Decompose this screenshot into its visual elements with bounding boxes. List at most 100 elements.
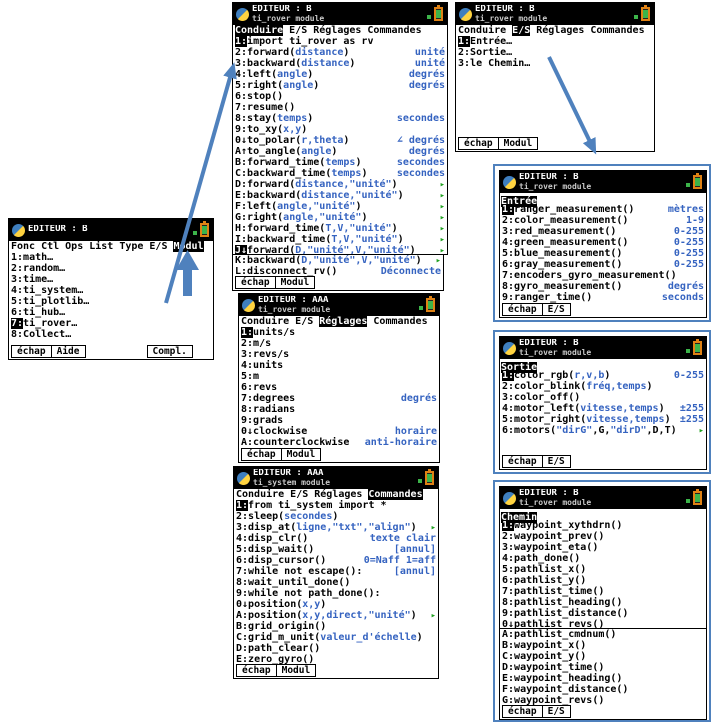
menu-item[interactable]: 4: path_done()	[500, 553, 706, 564]
menu-item[interactable]: A: counterclockwise anti-horaire	[239, 437, 439, 448]
menu-item[interactable]: 4: motor_left(vitesse,temps) ±255	[500, 403, 706, 414]
softkey-e-s[interactable]: E/S	[541, 303, 571, 316]
menu-item[interactable]: 1: ranger_measurement() mètres	[500, 204, 706, 215]
softkey-e-s[interactable]: E/S	[541, 455, 571, 468]
tab-ops[interactable]: Ops	[65, 241, 83, 252]
softkey-echap[interactable]: échap	[11, 345, 52, 358]
softkey-modul[interactable]: Modul	[497, 137, 539, 150]
softkey-echap[interactable]: échap	[458, 137, 499, 150]
tab-e-s[interactable]: E/S	[290, 489, 308, 500]
menu-item[interactable]: 8: Collect…	[9, 329, 213, 340]
tab-fonc[interactable]: Fonc	[11, 241, 35, 252]
menu-item[interactable]: F: waypoint_distance()	[500, 684, 706, 695]
menu-item[interactable]: A: pathlist_cmdnum()	[500, 629, 706, 640]
menu-item[interactable]: 2: m/s	[239, 338, 439, 349]
menu-item[interactable]: H: forward_time(T,V,"unité") ▸	[233, 223, 447, 234]
menu-item[interactable]: 9: pathlist_distance()	[500, 608, 706, 619]
tab-reglages[interactable]: Réglages	[313, 25, 361, 36]
menu-item[interactable]: 3: le Chemin…	[456, 58, 654, 69]
softkey-echap[interactable]: échap	[502, 455, 543, 468]
menu-item[interactable]: 6: disp_cursor() 0=Naff 1=aff	[234, 555, 438, 566]
menu-item[interactable]: 2: forward(distance) unité	[233, 47, 447, 58]
menu-item[interactable]: 2: random…	[9, 263, 213, 274]
menu-item[interactable]: 4: green_measurement() 0-255	[500, 237, 706, 248]
tab-ctl[interactable]: Ctl	[41, 241, 59, 252]
menu-item[interactable]: A↑ to_angle(angle) degrés	[233, 146, 447, 157]
menu-item[interactable]: 6: motors("dirG" ,G, "dirD" ,D,T) ▸	[500, 425, 706, 436]
menu-item[interactable]: 0↓ clockwise horaire	[239, 426, 439, 437]
menu-item[interactable]: 3: backward(distance) unité	[233, 58, 447, 69]
menu-item[interactable]: 3: time…	[9, 274, 213, 285]
tab-conduire[interactable]: Conduire	[458, 25, 506, 36]
menu-item[interactable]: 7: resume()	[233, 102, 447, 113]
menu-item[interactable]: 1: import ti_rover as rv	[233, 36, 447, 47]
menu-item[interactable]: 1: math…	[9, 252, 213, 263]
menu-item[interactable]: B: forward_time(temps) secondes	[233, 157, 447, 168]
tab-commandes[interactable]: Commandes	[367, 25, 421, 36]
menu-item[interactable]: 9: to_xy(x,y)	[233, 124, 447, 135]
menu-item[interactable]: 2: waypoint_prev()	[500, 531, 706, 542]
menu-item[interactable]: 5: blue_measurement() 0-255	[500, 248, 706, 259]
softkey-modul[interactable]: Modul	[274, 276, 316, 289]
tab-commandes[interactable]: Commandes	[373, 316, 427, 327]
menu-item[interactable]: 6: revs	[239, 382, 439, 393]
tab-e-s[interactable]: E/S	[512, 25, 531, 36]
tab-type[interactable]: Type	[119, 241, 143, 252]
menu-item[interactable]: 5: pathlist_x()	[500, 564, 706, 575]
menu-item[interactable]: D: path_clear()	[234, 643, 438, 654]
menu-item[interactable]: B: waypoint_x()	[500, 640, 706, 651]
menu-item[interactable]: 6: pathlist_y()	[500, 575, 706, 586]
tab-conduire[interactable]: Conduire	[236, 489, 284, 500]
menu-item[interactable]: 3: disp_at(ligne,"txt","align") ▸	[234, 522, 438, 533]
menu-item[interactable]: 4: disp_clr() texte clair	[234, 533, 438, 544]
menu-item[interactable]: 1: from ti_system import *	[234, 500, 438, 511]
menu-item[interactable]: 6: ti_hub…	[9, 307, 213, 318]
menu-item[interactable]: A: position(x,y,direct,"unité") ▸	[234, 610, 438, 621]
tab-reglages[interactable]: Réglages	[314, 489, 362, 500]
menu-item[interactable]: 5: right(angle) degrés	[233, 80, 447, 91]
menu-item[interactable]: 1: waypoint_xythdrn()	[500, 520, 706, 531]
menu-item[interactable]: C: backward_time(temps) secondes	[233, 168, 447, 179]
menu-item[interactable]: 1: units/s	[239, 327, 439, 338]
menu-item[interactable]: 4: units	[239, 360, 439, 371]
menu-item[interactable]: E: waypoint_heading()	[500, 673, 706, 684]
menu-item[interactable]: 8: stay(temps) secondes	[233, 113, 447, 124]
menu-item[interactable]: 8: gyro_measurement() degrés	[500, 281, 706, 292]
tab-e-s[interactable]: E/S	[295, 316, 313, 327]
menu-item[interactable]: 7: degrees degrés	[239, 393, 439, 404]
tab-list[interactable]: List	[89, 241, 113, 252]
menu-item[interactable]: 4: ti_system…	[9, 285, 213, 296]
menu-item[interactable]: 2: color_measurement() 1-9	[500, 215, 706, 226]
menu-item[interactable]: 2: color_blink(fréq,temps)	[500, 381, 706, 392]
softkey-e-s[interactable]: E/S	[541, 705, 571, 718]
menu-item[interactable]: 7: encoders_gyro_measurement()	[500, 270, 706, 281]
menu-item[interactable]: 8: pathlist_heading()	[500, 597, 706, 608]
tab-reglages[interactable]: Réglages	[536, 25, 584, 36]
menu-item[interactable]: 3: revs/s	[239, 349, 439, 360]
menu-item[interactable]: 4: left(angle) degrés	[233, 69, 447, 80]
menu-item[interactable]: 1: Entrée…	[456, 36, 654, 47]
menu-item[interactable]: C: waypoint_y()	[500, 651, 706, 662]
tab-e-s[interactable]: E/S	[149, 241, 167, 252]
softkey-aide[interactable]: Aide	[50, 345, 86, 358]
tab-e-s[interactable]: E/S	[289, 25, 307, 36]
menu-item[interactable]: 7: while not escape(): [annul]	[234, 566, 438, 577]
menu-item[interactable]: 5: m	[239, 371, 439, 382]
menu-item[interactable]: 9: while not path_done():	[234, 588, 438, 599]
menu-item[interactable]: G: right(angle,"unité") ▸	[233, 212, 447, 223]
menu-item[interactable]: 0↓ position(x,y)	[234, 599, 438, 610]
menu-item[interactable]: 5: motor_right(vitesse,temps) ±255	[500, 414, 706, 425]
softkey-modul[interactable]: Modul	[280, 448, 322, 461]
softkey-echap[interactable]: échap	[236, 664, 277, 677]
menu-item[interactable]: 1: color_rgb(r,v,b) 0-255	[500, 370, 706, 381]
menu-item[interactable]: B: grid_origin()	[234, 621, 438, 632]
softkey-modul[interactable]: Modul	[275, 664, 317, 677]
menu-item[interactable]: 5: ti_plotlib…	[9, 296, 213, 307]
softkey-echap[interactable]: échap	[502, 303, 543, 316]
menu-item[interactable]: 9: grads	[239, 415, 439, 426]
tab-commandes[interactable]: Commandes	[590, 25, 644, 36]
menu-item[interactable]: 2: sleep(secondes)	[234, 511, 438, 522]
menu-item[interactable]: 0↓ to_polar(r,theta) ∠ degrés	[233, 135, 447, 146]
menu-item[interactable]: D: waypoint_time()	[500, 662, 706, 673]
tab-conduire[interactable]: Conduire	[235, 25, 284, 36]
